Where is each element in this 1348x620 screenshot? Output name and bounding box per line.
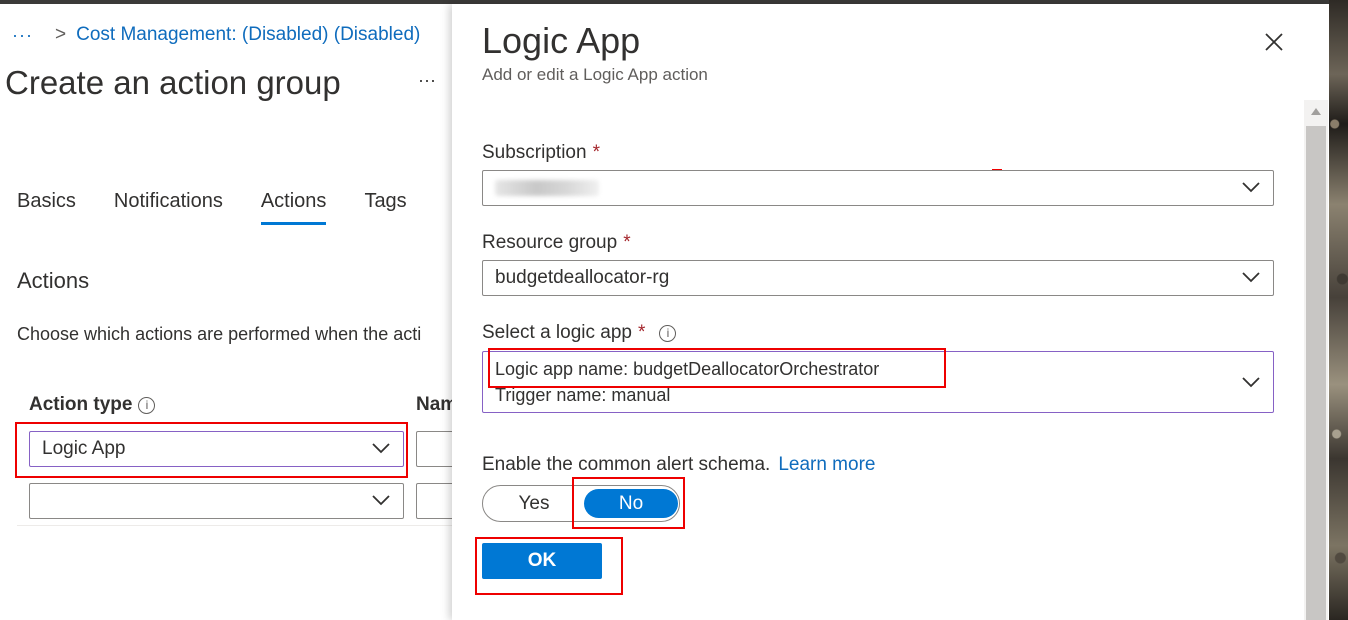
tab-bar: Basics Notifications Actions Tags: [17, 190, 445, 225]
column-header-name: Nam: [416, 394, 457, 416]
column-header-label: Action type: [29, 394, 133, 415]
column-header-action-type: Action type i: [29, 394, 156, 416]
action-type-select[interactable]: Logic App: [29, 431, 404, 467]
action-type-select-empty[interactable]: [29, 483, 404, 519]
section-description: Choose which actions are performed when …: [17, 324, 422, 344]
action-name-input[interactable]: [416, 431, 456, 467]
breadcrumb-more-icon[interactable]: ···: [12, 25, 33, 46]
scroll-up-icon[interactable]: [1311, 108, 1321, 115]
required-marker: *: [592, 142, 600, 163]
required-marker: *: [623, 232, 631, 253]
action-group-blade: ··· > Cost Management: (Disabled) (Disab…: [0, 4, 457, 620]
tab-tags[interactable]: Tags: [364, 190, 406, 225]
tab-actions[interactable]: Actions: [260, 190, 326, 225]
logic-app-select[interactable]: Logic app name: budgetDeallocatorOrchest…: [482, 351, 1274, 413]
scrollbar[interactable]: [1304, 100, 1328, 620]
tab-basics[interactable]: Basics: [17, 190, 76, 225]
redacted-value: [495, 180, 599, 196]
close-icon[interactable]: [1262, 30, 1286, 54]
chevron-down-icon: [1242, 377, 1260, 388]
subscription-label: Subscription *: [482, 142, 600, 164]
row-divider: [17, 525, 452, 526]
breadcrumb-link[interactable]: Cost Management: (Disabled) (Disabled): [76, 24, 420, 46]
field-label-text: Resource group: [482, 232, 618, 253]
breadcrumb: ··· > Cost Management: (Disabled) (Disab…: [12, 24, 420, 46]
breadcrumb-chevron-icon: >: [54, 24, 67, 45]
column-header-label: Nam: [416, 394, 458, 415]
panel-title: Logic App: [482, 20, 641, 61]
subscription-select[interactable]: [482, 170, 1274, 206]
toggle-no[interactable]: No: [584, 489, 678, 518]
tab-notifications[interactable]: Notifications: [114, 190, 223, 225]
logic-app-panel: Logic App Add or edit a Logic App action…: [452, 4, 1329, 620]
chevron-down-icon: [1242, 182, 1260, 193]
resource-group-select[interactable]: budgetdeallocator-rg: [482, 260, 1274, 296]
select-value: budgetdeallocator-rg: [495, 267, 670, 288]
logic-app-name: Logic app name: budgetDeallocatorOrchest…: [495, 359, 880, 379]
background-photo-edge: [1329, 0, 1348, 620]
section-title: Actions: [17, 268, 90, 293]
more-icon[interactable]: ···: [418, 70, 436, 91]
field-label-text: Select a logic app: [482, 322, 632, 343]
info-icon[interactable]: i: [659, 324, 677, 342]
page-title: Create an action group: [5, 64, 341, 101]
scroll-thumb[interactable]: [1306, 126, 1326, 620]
chevron-down-icon: [372, 495, 390, 506]
panel-subtitle: Add or edit a Logic App action: [482, 65, 708, 84]
field-label-text: Subscription: [482, 142, 587, 163]
info-icon[interactable]: i: [138, 396, 156, 414]
logic-app-label: Select a logic app * i: [482, 322, 677, 344]
schema-label: Enable the common alert schema. Learn mor…: [482, 454, 875, 476]
toggle-yes[interactable]: Yes: [486, 489, 582, 518]
chevron-down-icon: [372, 443, 390, 454]
learn-more-link[interactable]: Learn more: [778, 454, 875, 475]
resource-group-label: Resource group *: [482, 232, 631, 254]
schema-label-text: Enable the common alert schema.: [482, 454, 771, 475]
trigger-name: Trigger name: manual: [495, 385, 671, 405]
action-name-input-empty[interactable]: [416, 483, 456, 519]
required-marker: *: [638, 322, 646, 343]
ok-button[interactable]: OK: [482, 543, 602, 579]
schema-toggle[interactable]: Yes No: [482, 485, 680, 522]
chevron-down-icon: [1242, 272, 1260, 283]
select-value: Logic App: [42, 438, 126, 459]
